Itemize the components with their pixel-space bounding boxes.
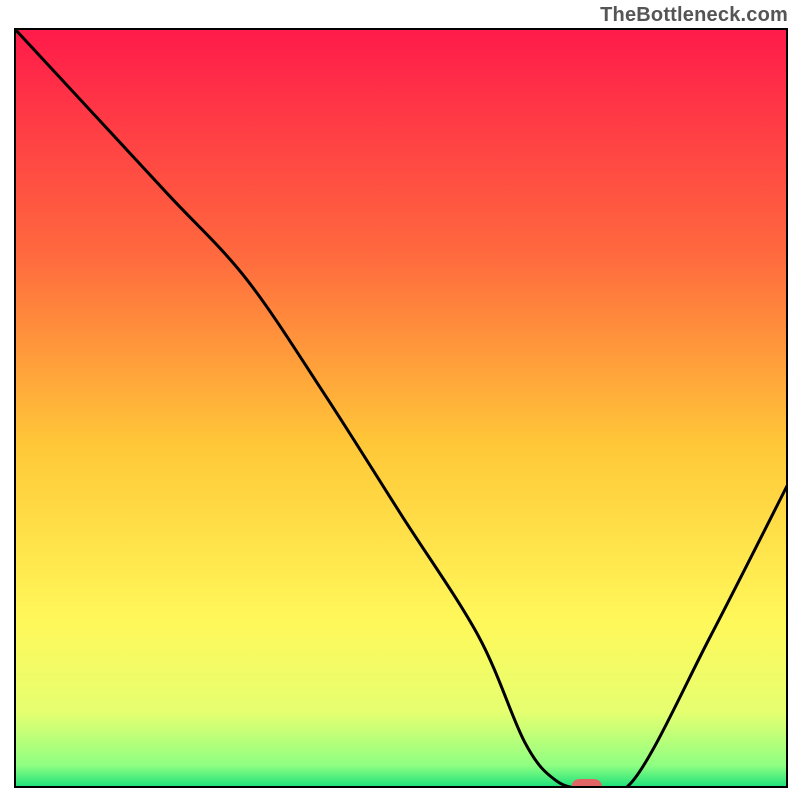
bottleneck-chart (14, 28, 788, 788)
chart-canvas (14, 28, 788, 788)
watermark-label: TheBottleneck.com (600, 4, 788, 27)
gradient-background (14, 28, 788, 788)
